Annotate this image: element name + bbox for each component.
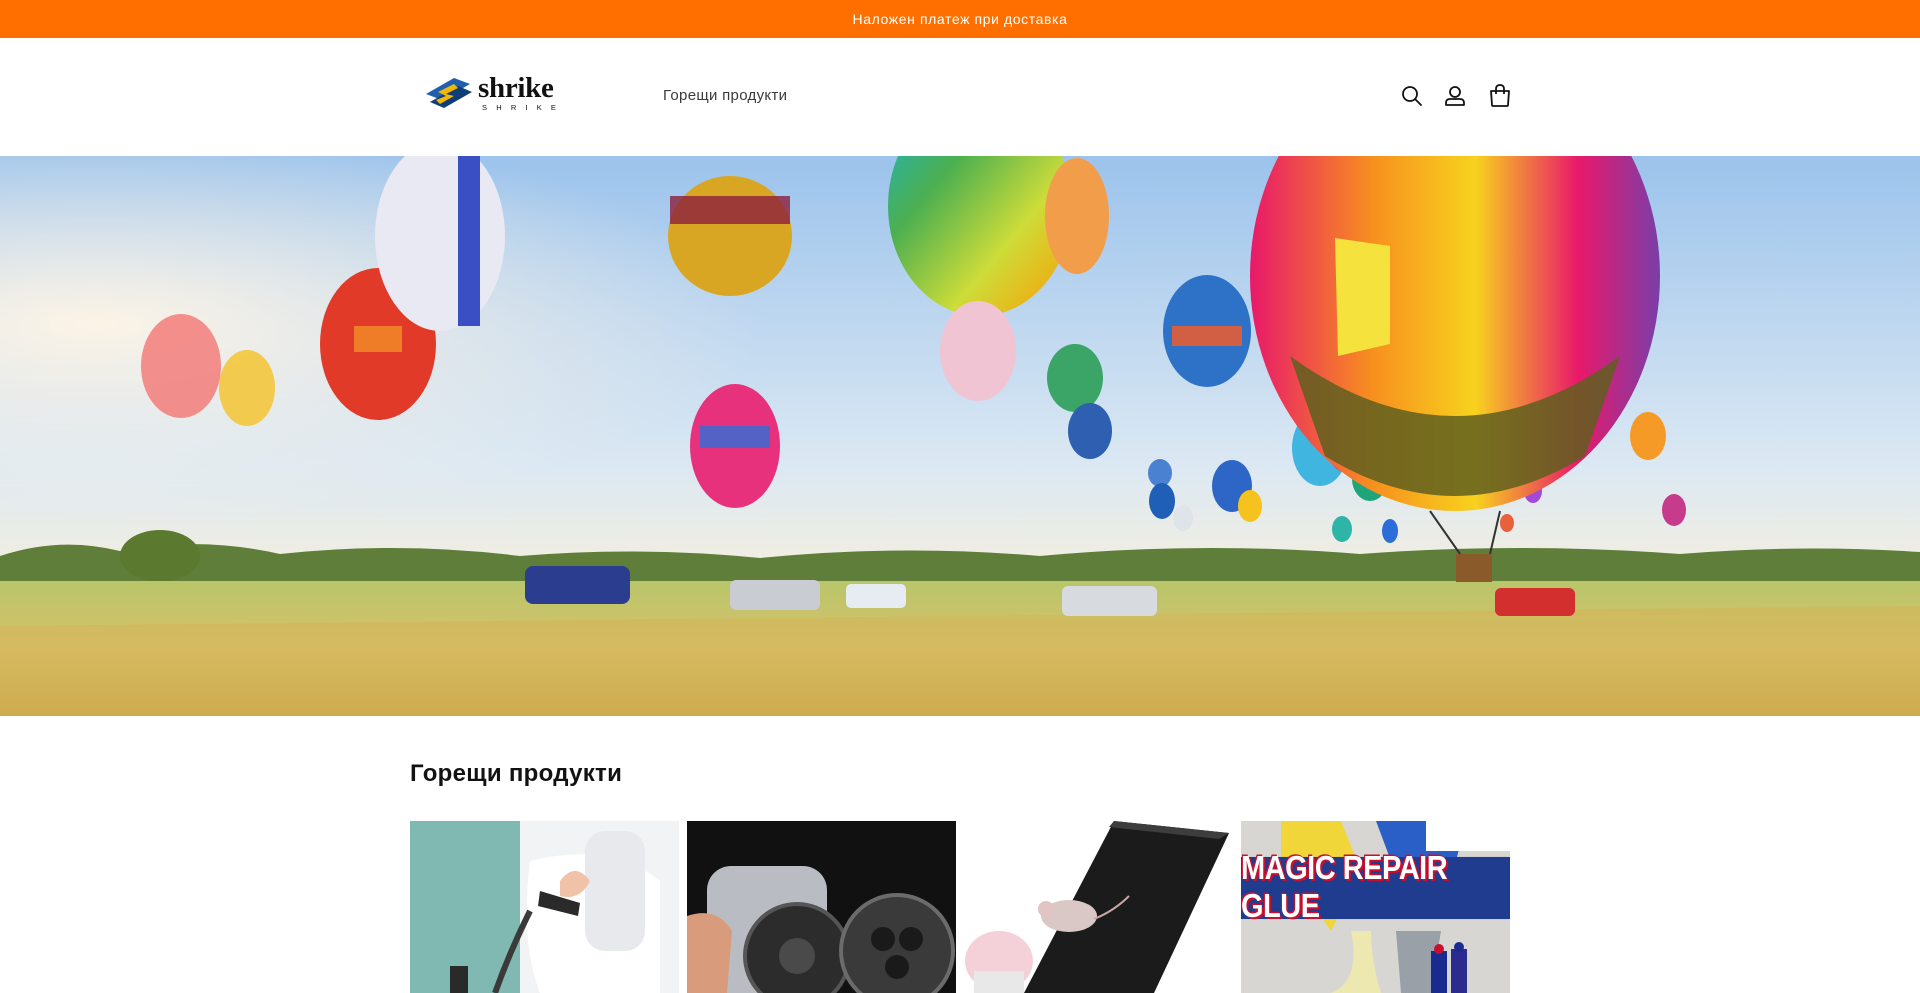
logo-wordmark: shrike (478, 72, 554, 104)
announcement-bar: Наложен платеж при доставка (0, 0, 1920, 38)
bidet-sprayer-image (410, 821, 679, 993)
nav-link-hot-products[interactable]: Горещи продукти (663, 87, 787, 104)
product-card[interactable] (687, 821, 956, 993)
hot-air-balloons-image (0, 156, 1920, 716)
product-grid: MAGIC REPAIR GLUE (410, 821, 1510, 993)
product-banner-text: MAGIC REPAIR GLUE (1241, 850, 1510, 925)
magnetic-phone-holder-image (687, 821, 956, 993)
search-icon[interactable] (1398, 82, 1426, 110)
product-card[interactable] (964, 821, 1233, 993)
hero-banner (0, 156, 1920, 716)
site-header: shrike SHRIKE Горещи продукти (0, 38, 1920, 156)
waterproof-tape-image (964, 821, 1233, 993)
shrike-logo-icon (426, 78, 472, 108)
cart-icon[interactable] (1486, 82, 1514, 110)
logo-subtitle: SHRIKE (482, 103, 566, 112)
site-logo[interactable]: shrike SHRIKE (420, 72, 564, 118)
account-icon[interactable] (1441, 82, 1469, 110)
product-card[interactable]: MAGIC REPAIR GLUE (1241, 821, 1510, 993)
announcement-text: Наложен платеж при доставка (852, 11, 1068, 27)
section-title-hot-products: Горещи продукти (410, 760, 623, 787)
product-card[interactable] (410, 821, 679, 993)
